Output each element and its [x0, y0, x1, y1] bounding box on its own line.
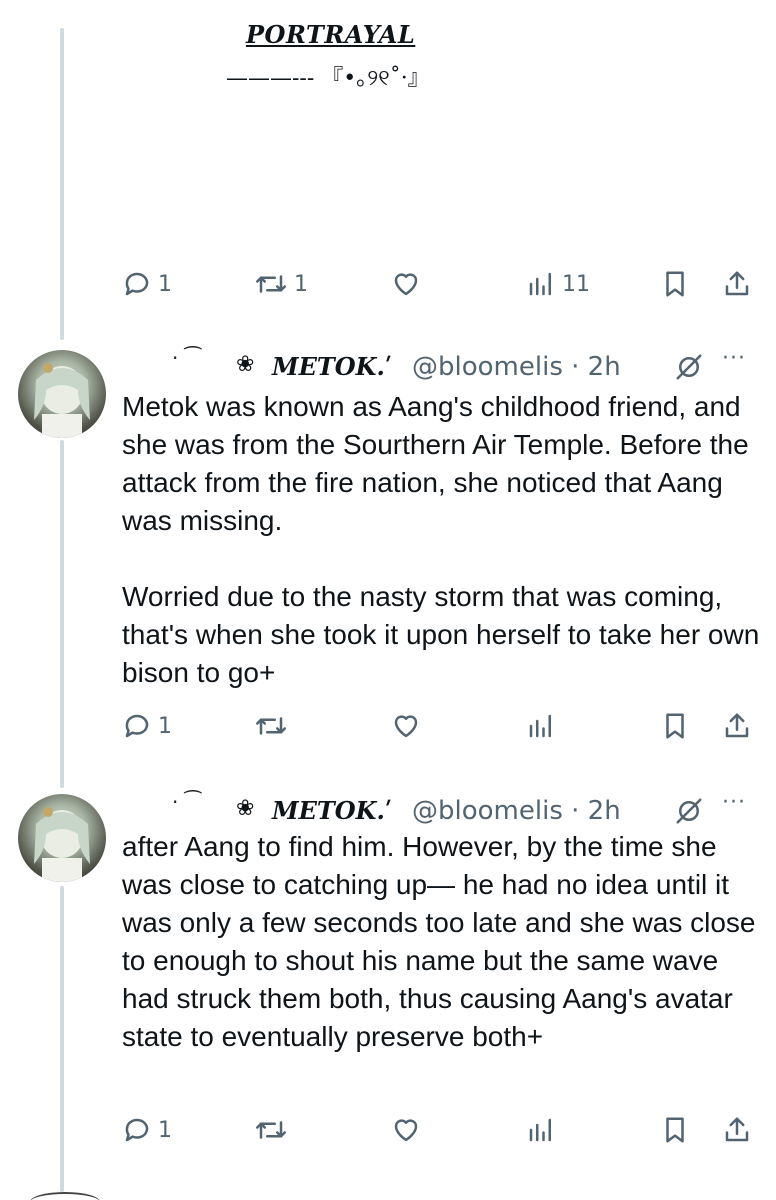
views-button[interactable]: [526, 1110, 556, 1150]
share-icon: [725, 271, 749, 296]
tweet-actions: 1 1 11: [122, 264, 762, 304]
views-icon: [529, 714, 551, 738]
repost-button[interactable]: [254, 706, 288, 746]
portrayal-title: PORTRAYAL: [246, 20, 416, 49]
reply-count: 1: [158, 1117, 172, 1143]
next-avatar-edge: [30, 1192, 100, 1200]
share-button[interactable]: [722, 264, 752, 304]
display-name[interactable]: METOK.ʹ: [272, 352, 392, 381]
tweet-text: after Aang to find him. However, by the …: [122, 831, 764, 1052]
views-button[interactable]: 11: [526, 264, 590, 304]
tweet-text: Metok was known as Aang's childhood frie…: [122, 391, 760, 688]
header-decoration: · ⁀: [172, 346, 201, 370]
tweet-actions: 1: [122, 706, 762, 746]
header-decoration: · ⁀: [172, 790, 201, 814]
more-icon[interactable]: ···: [722, 790, 746, 815]
bookmark-icon: [666, 713, 684, 739]
heart-icon: [394, 1119, 418, 1142]
reply-button[interactable]: 1: [122, 264, 172, 304]
share-icon: [725, 1117, 749, 1142]
tweet-header: · ⁀ ❀ METOK.ʹ @bloomelis · 2h ···: [122, 344, 762, 384]
share-icon: [725, 713, 749, 738]
reply-button[interactable]: 1: [122, 706, 172, 746]
thread-line: [60, 886, 64, 1192]
repost-button[interactable]: [254, 1110, 288, 1150]
views-count: 11: [562, 271, 590, 297]
bookmark-button[interactable]: [660, 1110, 690, 1150]
flower-icon: ❀: [236, 352, 255, 377]
like-button[interactable]: [390, 264, 428, 304]
heart-icon: [394, 715, 418, 738]
portrayal-subtitle: ———--- 『•｡୨୧˚·』: [226, 66, 430, 91]
avatar[interactable]: [18, 794, 106, 882]
reply-icon: [125, 714, 149, 738]
reply-count: 1: [158, 713, 172, 739]
views-button[interactable]: [526, 706, 556, 746]
tweet-actions: 1: [122, 1110, 762, 1150]
thread-line: [60, 28, 64, 340]
bookmark-icon: [666, 1117, 684, 1143]
handle-time[interactable]: @bloomelis · 2h: [412, 352, 621, 382]
share-button[interactable]: [722, 706, 752, 746]
reply-icon: [125, 272, 149, 296]
repost-icon: [256, 275, 286, 293]
tweet-header: · ⁀ ❀ METOK.ʹ @bloomelis · 2h ···: [122, 788, 762, 828]
repost-icon: [256, 717, 286, 735]
reply-button[interactable]: 1: [122, 1110, 172, 1150]
handle-time[interactable]: @bloomelis · 2h: [412, 796, 621, 826]
bookmark-button[interactable]: [660, 706, 690, 746]
reply-icon: [125, 1118, 149, 1142]
views-icon: [529, 1118, 551, 1142]
views-icon: [529, 272, 551, 296]
grok-icon[interactable]: [674, 352, 704, 386]
share-button[interactable]: [722, 1110, 752, 1150]
bookmark-button[interactable]: [660, 264, 690, 304]
repost-icon: [256, 1121, 286, 1139]
heart-icon: [394, 273, 418, 296]
like-button[interactable]: [390, 706, 422, 746]
like-button[interactable]: [390, 1110, 422, 1150]
flower-icon: ❀: [236, 796, 255, 821]
thread-line: [60, 440, 64, 788]
repost-count: 1: [294, 271, 308, 297]
display-name[interactable]: METOK.ʹ: [272, 796, 392, 825]
repost-button[interactable]: 1: [254, 264, 308, 304]
bookmark-icon: [666, 271, 684, 297]
avatar[interactable]: [18, 350, 106, 438]
reply-count: 1: [158, 271, 172, 297]
grok-icon[interactable]: [674, 796, 704, 830]
more-icon[interactable]: ···: [722, 346, 746, 371]
